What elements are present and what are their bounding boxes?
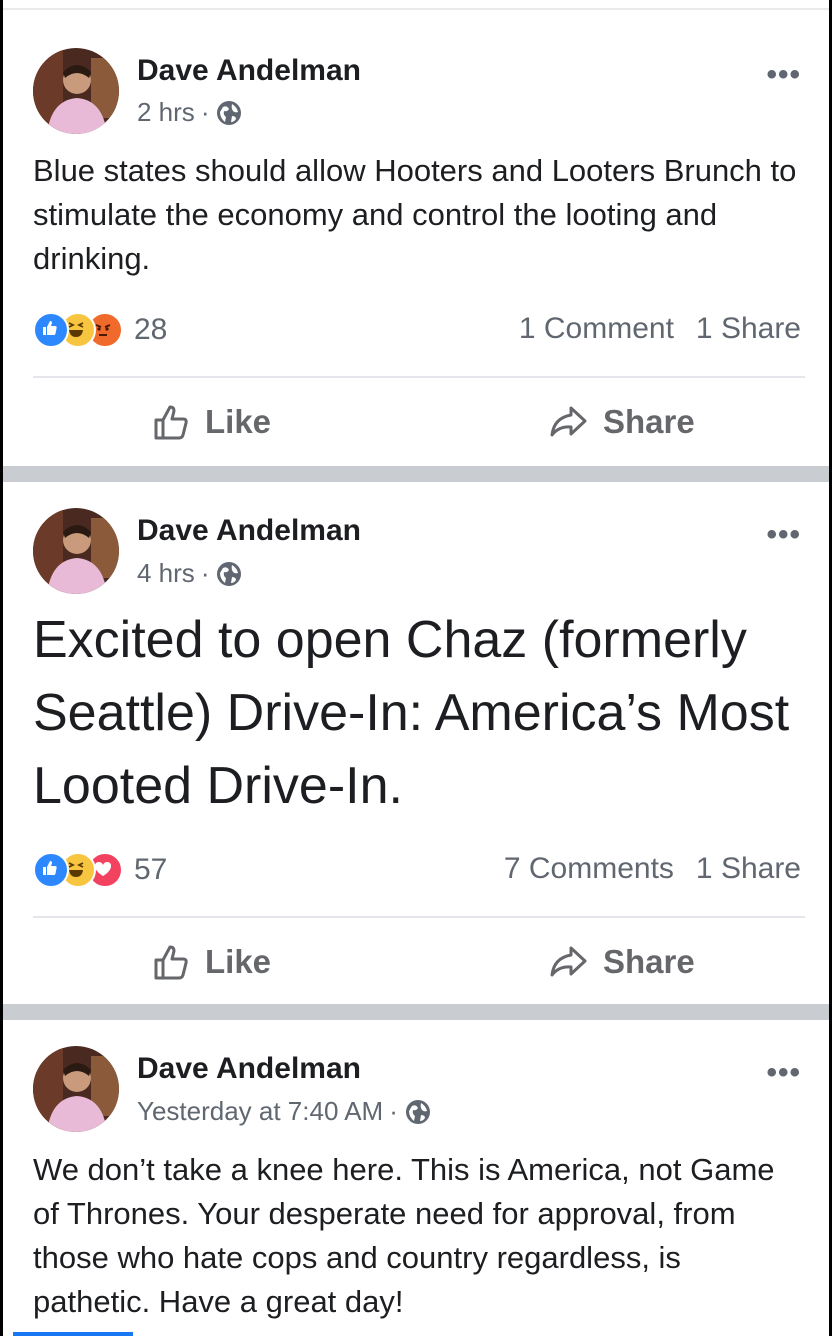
avatar[interactable] [33,1046,119,1132]
share-button[interactable]: Share [549,402,695,442]
post-text: Blue states should allow Hooters and Loo… [33,153,797,276]
more-options-icon[interactable]: ••• [766,518,801,552]
shares-count[interactable]: 1 Share [696,312,801,346]
more-options-icon[interactable]: ••• [766,1056,801,1090]
like-button[interactable]: Like [151,402,271,442]
post-separator [3,1004,829,1020]
share-label: Share [603,943,695,980]
globe-icon [217,100,242,125]
thumbs-up-icon [154,405,188,440]
timestamp[interactable]: Yesterday at 7:40 AM [137,1096,383,1127]
timestamp[interactable]: 4 hrs [137,558,195,589]
comments-count[interactable]: 1 Comment [519,312,674,346]
avatar[interactable] [33,508,119,594]
feed: Dave Andelman 2 hrs · ••• Blue states sh… [3,0,829,1336]
author-name[interactable]: Dave Andelman [137,1052,361,1086]
author-name[interactable]: Dave Andelman [137,54,361,88]
action-divider [33,916,805,918]
author-name[interactable]: Dave Andelman [137,514,361,548]
share-arrow-icon [550,406,587,437]
avatar[interactable] [33,48,119,134]
share-button[interactable]: Share [549,942,695,982]
thumbs-up-icon [154,945,188,980]
meta-separator: · [389,1096,398,1126]
like-button[interactable]: Like [151,942,271,982]
post-text: Excited to open Chaz (formerly Seattle) … [33,611,790,815]
like-reaction-icon [33,312,69,348]
post-separator [3,466,829,482]
post-meta: 2 hrs · [137,97,243,128]
like-reaction-icon [33,852,69,888]
reactions-summary[interactable]: 28 [33,312,167,348]
post-meta: Yesterday at 7:40 AM · [137,1096,432,1127]
reactions-count: 28 [134,313,168,346]
comments-count[interactable]: 7 Comments [504,852,674,886]
share-label: Share [603,403,695,440]
meta-separator: · [200,97,210,127]
like-label: Like [205,943,272,980]
reactions-count: 57 [134,853,168,886]
action-divider [33,376,805,378]
reactions-summary[interactable]: 57 [33,852,167,888]
engagement-stats: 1 Comment 1 Share [519,312,801,346]
meta-separator: · [200,558,210,588]
shares-count[interactable]: 1 Share [696,852,801,886]
post-text: We don’t take a knee here. This is Ameri… [33,1152,775,1319]
share-arrow-icon [550,946,587,977]
post-3: Dave Andelman Yesterday at 7:40 AM · •••… [3,1020,829,1336]
more-options-icon[interactable]: ••• [766,58,801,92]
post-1: Dave Andelman 2 hrs · ••• Blue states sh… [3,0,829,466]
globe-icon [405,1099,430,1124]
post-meta: 4 hrs · [137,558,243,589]
timestamp[interactable]: 2 hrs [137,97,195,128]
like-label: Like [205,403,272,440]
scroll-indicator [13,1332,133,1336]
engagement-stats: 7 Comments 1 Share [504,852,801,886]
post-2: Dave Andelman 4 hrs · ••• Excited to ope… [3,482,829,1004]
globe-icon [217,561,242,586]
